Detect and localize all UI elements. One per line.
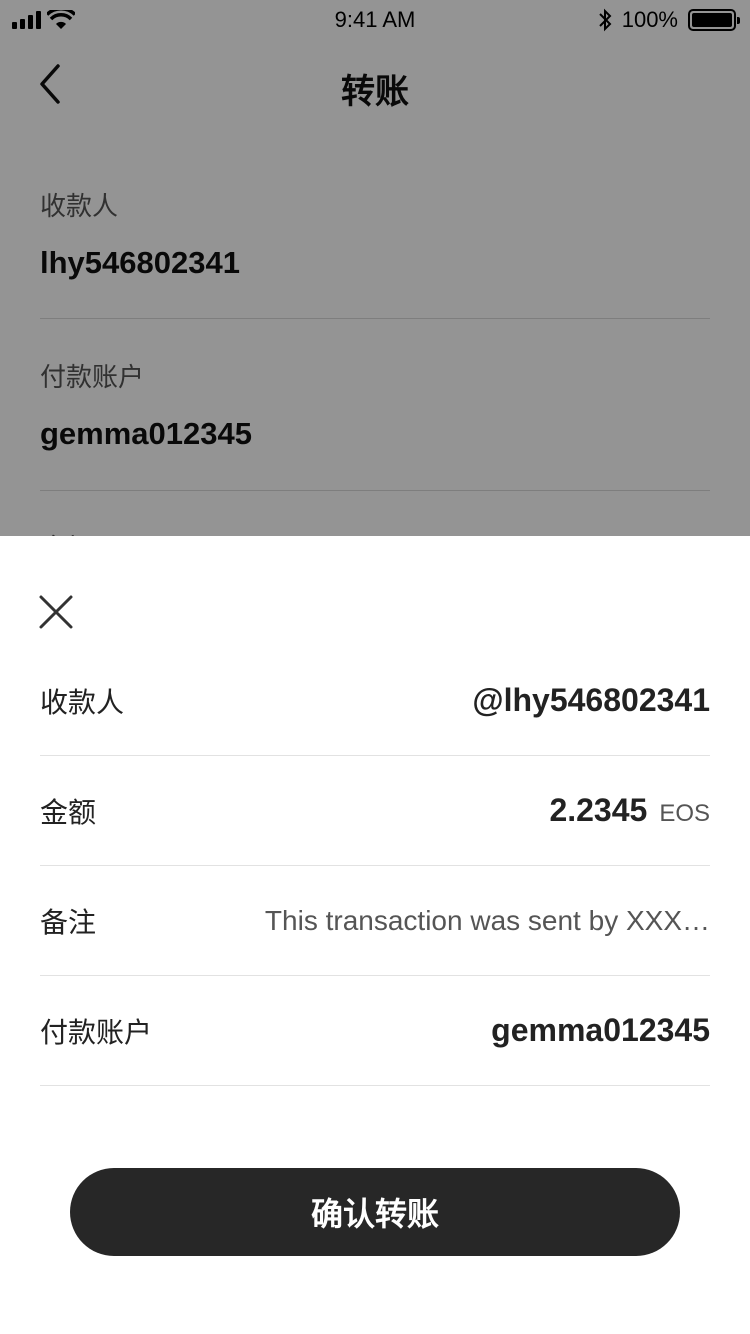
recipient-row: 收款人 @lhy546802341 xyxy=(40,646,710,756)
payer-row-label: 付款账户 xyxy=(40,1016,153,1048)
amount-unit: EOS xyxy=(659,800,710,827)
memo-row: 备注 This transaction was sent by XXX… xyxy=(40,866,710,976)
amount-row: 金额 2.2345 EOS xyxy=(40,756,710,866)
close-button[interactable] xyxy=(36,592,76,632)
recipient-row-label: 收款人 xyxy=(40,686,125,718)
modal-overlay[interactable] xyxy=(0,0,750,536)
recipient-row-value: @lhy546802341 xyxy=(472,682,710,718)
memo-row-label: 备注 xyxy=(40,906,97,938)
confirm-transfer-button[interactable]: 确认转账 xyxy=(70,1168,680,1256)
payer-row: 付款账户 gemma012345 xyxy=(40,976,710,1086)
amount-row-label: 金额 xyxy=(40,796,97,828)
memo-row-value: This transaction was sent by XXX… xyxy=(264,904,710,936)
amount-row-value: 2.2345 xyxy=(549,792,648,828)
amount-row-value-group: 2.2345 EOS xyxy=(549,792,710,829)
confirm-sheet: 收款人 @lhy546802341 金额 2.2345 EOS 备注 This … xyxy=(0,536,750,1334)
payer-row-value: gemma012345 xyxy=(491,1012,710,1048)
close-icon xyxy=(39,595,73,629)
